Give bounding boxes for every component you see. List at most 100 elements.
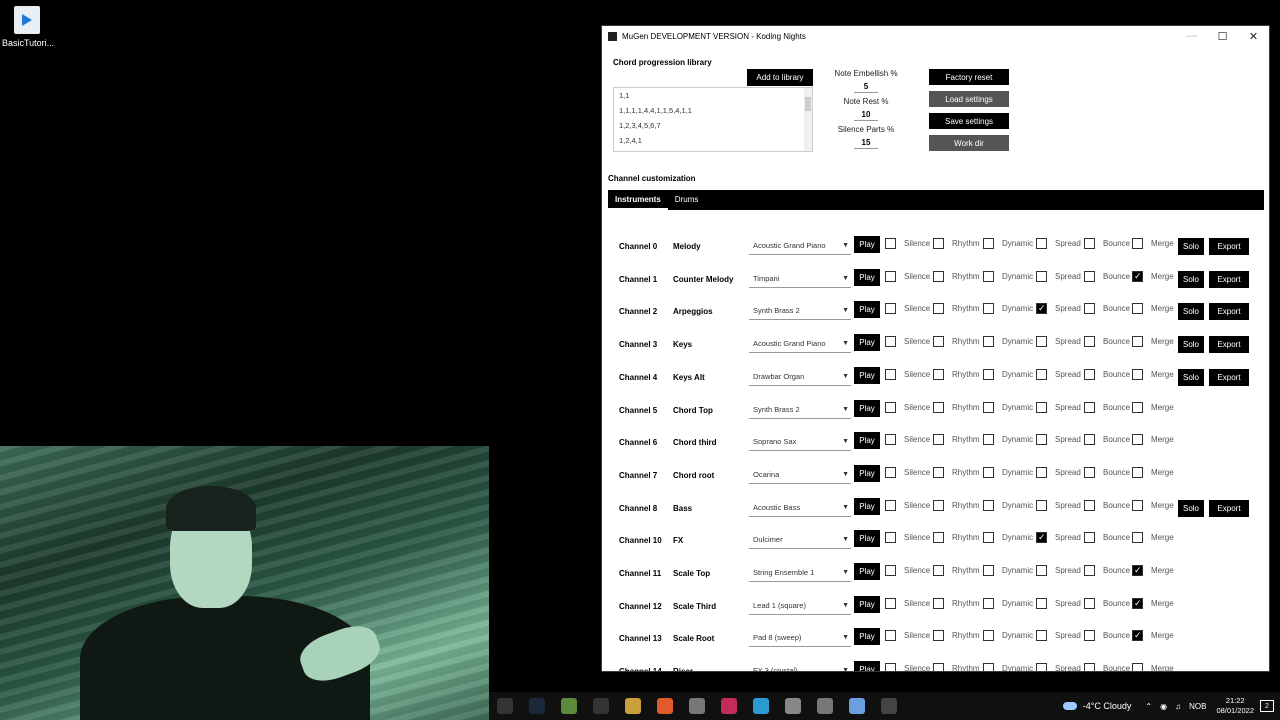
checkbox[interactable] xyxy=(1084,565,1095,576)
option-merge[interactable]: Merge xyxy=(1132,499,1174,511)
option-merge[interactable]: Merge xyxy=(1132,238,1174,249)
option-dynamic[interactable]: Dynamic xyxy=(983,336,1033,348)
notifications-icon[interactable]: 2 xyxy=(1260,700,1274,712)
option-dynamic[interactable]: Dynamic xyxy=(983,663,1033,671)
option-rhythm[interactable]: Rhythm xyxy=(933,499,980,511)
option-dynamic[interactable]: Dynamic xyxy=(983,565,1033,576)
checkbox[interactable] xyxy=(1132,597,1143,609)
checkbox[interactable] xyxy=(1084,434,1095,446)
option-dynamic[interactable]: Dynamic xyxy=(983,466,1033,478)
option-spread[interactable]: Spread xyxy=(1036,303,1081,315)
checkbox[interactable] xyxy=(983,597,994,609)
checkbox[interactable] xyxy=(933,238,944,249)
option-dynamic[interactable]: Dynamic xyxy=(983,434,1033,446)
checkbox[interactable] xyxy=(885,466,896,478)
option-rhythm[interactable]: Rhythm xyxy=(933,336,980,348)
checkbox[interactable] xyxy=(1036,597,1047,609)
instrument-select[interactable]: Ocarina ▼ xyxy=(749,466,851,484)
checkbox[interactable] xyxy=(1084,336,1095,348)
checkbox[interactable] xyxy=(885,532,896,544)
close-button[interactable]: ✕ xyxy=(1238,30,1269,43)
option-spread[interactable]: Spread xyxy=(1036,565,1081,576)
option-rhythm[interactable]: Rhythm xyxy=(933,466,980,478)
option-silence[interactable]: Silence xyxy=(885,532,930,544)
instrument-select[interactable]: Soprano Sax ▼ xyxy=(749,433,851,452)
save-settings-button[interactable]: Save settings xyxy=(929,113,1009,129)
checkbox[interactable] xyxy=(983,401,994,413)
option-merge[interactable]: Merge xyxy=(1132,434,1174,446)
option-rhythm[interactable]: Rhythm xyxy=(933,597,980,609)
checkbox[interactable] xyxy=(983,466,994,478)
option-spread[interactable]: Spread xyxy=(1036,401,1081,413)
export-button[interactable]: Export xyxy=(1209,303,1249,321)
checkbox[interactable] xyxy=(933,336,944,348)
instrument-select[interactable]: Synth Brass 2 ▼ xyxy=(749,302,851,321)
option-merge[interactable]: Merge xyxy=(1132,565,1174,576)
checkbox[interactable] xyxy=(1036,434,1047,446)
option-bounce[interactable]: Bounce xyxy=(1084,532,1130,544)
option-spread[interactable]: Spread xyxy=(1036,238,1081,249)
option-spread[interactable]: Spread xyxy=(1036,434,1081,446)
option-silence[interactable]: Silence xyxy=(885,368,930,380)
option-dynamic[interactable]: Dynamic xyxy=(983,401,1033,413)
option-merge[interactable]: Merge xyxy=(1132,630,1174,642)
checkbox[interactable] xyxy=(1132,630,1143,642)
checkbox[interactable] xyxy=(983,303,994,315)
checkbox[interactable] xyxy=(1132,466,1143,478)
play-button[interactable]: Play xyxy=(854,497,880,515)
checkbox[interactable] xyxy=(1084,597,1095,609)
option-bounce[interactable]: Bounce xyxy=(1084,663,1130,671)
library-item[interactable]: 1,2,4,1 xyxy=(614,133,812,148)
checkbox[interactable] xyxy=(885,238,896,249)
checkbox[interactable] xyxy=(983,499,994,511)
option-spread[interactable]: Spread xyxy=(1036,630,1081,642)
taskbar-app-icon[interactable] xyxy=(593,698,609,714)
option-rhythm[interactable]: Rhythm xyxy=(933,663,980,671)
checkbox[interactable] xyxy=(1084,466,1095,478)
option-silence[interactable]: Silence xyxy=(885,466,930,478)
option-merge[interactable]: Merge xyxy=(1132,270,1174,282)
factory-reset-button[interactable]: Factory reset xyxy=(929,69,1009,85)
checkbox[interactable] xyxy=(983,532,994,544)
taskbar-app-icon[interactable] xyxy=(753,698,769,714)
checkbox[interactable] xyxy=(1084,401,1095,413)
option-rhythm[interactable]: Rhythm xyxy=(933,303,980,315)
checkbox[interactable] xyxy=(885,270,896,282)
option-merge[interactable]: Merge xyxy=(1132,368,1174,380)
percent-input[interactable]: 10 xyxy=(854,109,878,121)
option-rhythm[interactable]: Rhythm xyxy=(933,401,980,413)
play-button[interactable]: Play xyxy=(854,628,880,646)
option-silence[interactable]: Silence xyxy=(885,565,930,576)
checkbox[interactable] xyxy=(983,434,994,446)
checkbox[interactable] xyxy=(1084,532,1095,544)
play-button[interactable]: Play xyxy=(854,334,880,352)
checkbox[interactable] xyxy=(933,499,944,511)
play-button[interactable]: Play xyxy=(854,399,880,417)
option-rhythm[interactable]: Rhythm xyxy=(933,434,980,446)
export-button[interactable]: Export xyxy=(1209,238,1249,255)
instrument-select[interactable]: Dulcimer ▼ xyxy=(749,531,851,550)
percent-input[interactable]: 5 xyxy=(854,81,878,93)
export-button[interactable]: Export xyxy=(1209,368,1249,386)
checkbox[interactable] xyxy=(1132,368,1143,380)
checkbox[interactable] xyxy=(933,597,944,609)
checkbox[interactable] xyxy=(933,532,944,544)
option-bounce[interactable]: Bounce xyxy=(1084,336,1130,348)
option-bounce[interactable]: Bounce xyxy=(1084,499,1130,511)
checkbox[interactable] xyxy=(1036,336,1047,348)
option-silence[interactable]: Silence xyxy=(885,238,930,249)
instrument-select[interactable]: String Ensemble 1 ▼ xyxy=(749,564,851,582)
checkbox[interactable] xyxy=(885,630,896,642)
option-silence[interactable]: Silence xyxy=(885,630,930,642)
checkbox[interactable] xyxy=(1036,303,1047,315)
checkbox[interactable] xyxy=(933,434,944,446)
option-dynamic[interactable]: Dynamic xyxy=(983,270,1033,282)
taskbar-app-icon[interactable] xyxy=(881,698,897,714)
option-bounce[interactable]: Bounce xyxy=(1084,270,1130,282)
load-settings-button[interactable]: Load settings xyxy=(929,91,1009,107)
instrument-select[interactable]: Drawbar Organ ▼ xyxy=(749,368,851,386)
play-button[interactable]: Play xyxy=(854,563,880,580)
option-merge[interactable]: Merge xyxy=(1132,597,1174,609)
checkbox[interactable] xyxy=(1036,499,1047,511)
option-rhythm[interactable]: Rhythm xyxy=(933,270,980,282)
